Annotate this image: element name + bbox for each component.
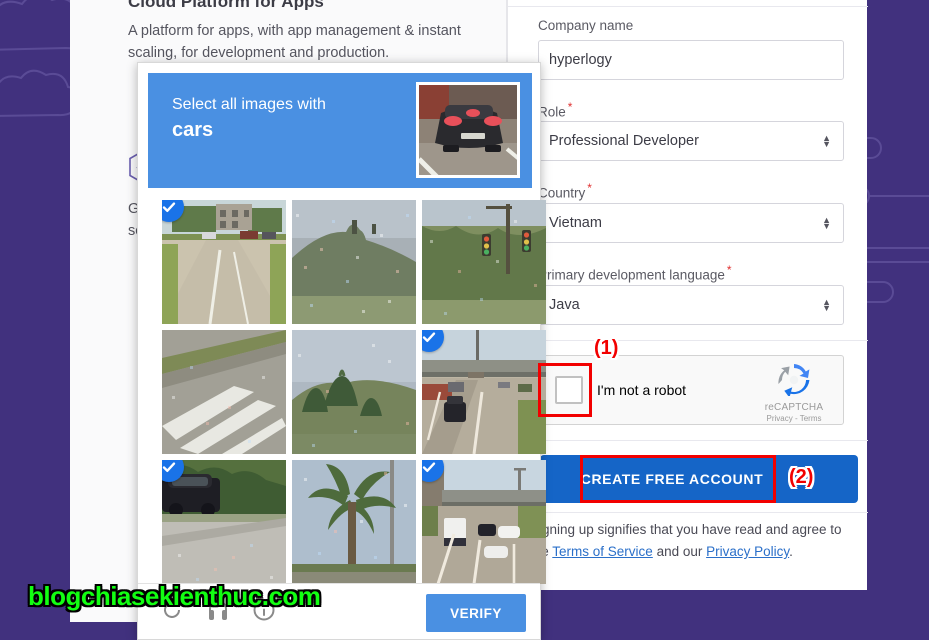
annotation-box-1 [538,363,592,417]
car-rear-thumbnail-graphic [419,85,517,175]
chevron-updown-icon-country: ▲ ▼ [822,215,831,231]
label-country: Country * [538,181,592,201]
label-role-text: Role [538,104,566,120]
terms-of-service-link[interactable]: Terms of Service [552,544,653,559]
legal-suffix: . [789,544,793,559]
challenge-tile-7[interactable] [292,460,416,584]
required-marker-language: * [726,263,732,277]
challenge-tile-2[interactable] [422,200,546,324]
challenge-tile-3[interactable] [162,330,286,454]
challenge-prompt-line-1: Select all images with [172,96,326,113]
tile-image-0 [162,200,286,324]
recaptcha-legal-links[interactable]: Privacy - Terms [757,414,831,423]
primary-language-value: Java [549,297,580,313]
legal-disclaimer: Signing up signifies that you have read … [507,519,847,563]
marketing-subtitle: A platform for apps, with app management… [128,23,461,61]
tile-image-8 [422,460,546,584]
verify-button-label: VERIFY [450,605,502,621]
company-name-input[interactable]: hyperlogy [538,40,844,80]
label-role: Role * [538,100,572,120]
verify-button[interactable]: VERIFY [426,594,526,632]
challenge-image-grid [148,194,546,584]
annotation-number-2: (2) [789,466,814,488]
legal-middle: and our [652,544,707,559]
challenge-prompt-line-2: cars [172,119,214,141]
challenge-tile-6[interactable] [162,460,286,584]
label-country-text: Country [538,185,586,201]
tile-image-2 [422,200,546,324]
role-value: Professional Developer [549,133,699,149]
chevron-updown-icon-role: ▲ ▼ [822,133,831,149]
primary-language-select[interactable]: Java ▲ ▼ [538,285,844,325]
chevron-updown-icon-language: ▲ ▼ [822,297,831,313]
challenge-tile-5[interactable] [422,330,546,454]
divider-top [508,6,868,7]
annotation-number-1: (1) [594,337,619,359]
challenge-header: Select all images with cars [148,73,532,188]
tile-image-6 [162,460,286,584]
required-marker-role: * [567,100,573,114]
recaptcha-logo-icon [778,364,810,398]
tile-image-4 [292,330,416,454]
divider-below-cta [508,512,868,513]
label-company-name-text: Company name [538,18,634,33]
recaptcha-privacy-link[interactable]: Privacy [767,414,793,423]
tile-image-1 [292,200,416,324]
tile-image-5 [422,330,546,454]
label-primary-language-text: Primary development language [538,267,725,283]
challenge-example-thumbnail [416,82,520,178]
tile-image-7 [292,460,416,584]
divider-below-recaptcha [508,440,868,441]
challenge-tile-1[interactable] [292,200,416,324]
challenge-tile-0[interactable] [162,200,286,324]
required-marker-country: * [587,181,592,195]
site-watermark: blogchiasekienthuc.com [28,581,321,611]
privacy-policy-link[interactable]: Privacy Policy [706,544,789,559]
country-value: Vietnam [549,215,602,231]
divider-above-recaptcha [508,340,868,341]
country-select[interactable]: Vietnam ▲ ▼ [538,203,844,243]
recaptcha-image-challenge-dialog: Select all images with cars VERIFY [137,62,546,640]
recaptcha-brand-name: reCAPTCHA [764,402,824,413]
annotation-box-2 [580,455,776,503]
recaptcha-terms-link[interactable]: Terms [800,414,822,423]
marketing-headline: Cloud Platform for Apps [128,0,324,10]
tile-image-3 [162,330,286,454]
challenge-tile-8[interactable] [422,460,546,584]
challenge-tile-4[interactable] [292,330,416,454]
recaptcha-branding: reCAPTCHA Privacy - Terms [757,364,831,423]
label-company-name: Company name [538,18,633,33]
recaptcha-label: I'm not a robot [597,382,687,398]
company-name-value: hyperlogy [549,52,612,68]
label-primary-language: Primary development language * [538,263,732,283]
recaptcha-link-separator: - [794,414,798,423]
role-select[interactable]: Professional Developer ▲ ▼ [538,121,844,161]
